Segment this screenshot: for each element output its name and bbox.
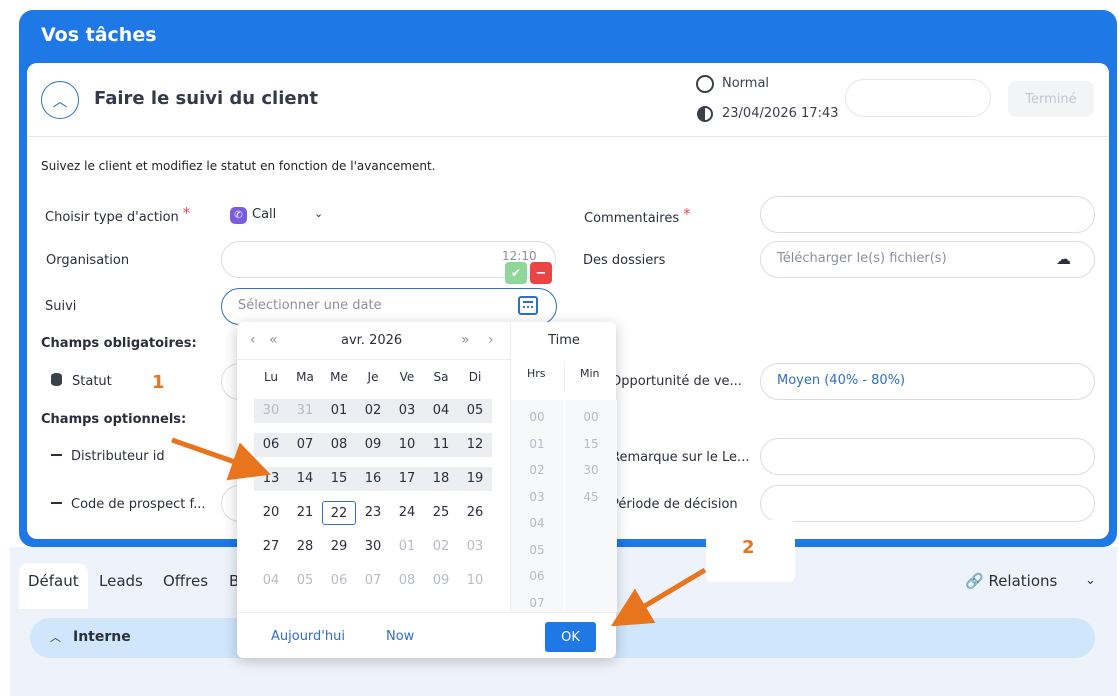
annotation-arrows [171, 437, 707, 627]
page: Vos tâches ︿ Faire le suivi du client No… [0, 0, 1119, 696]
arrow-step-2 [610, 567, 707, 627]
arrow-step-1 [171, 437, 271, 481]
